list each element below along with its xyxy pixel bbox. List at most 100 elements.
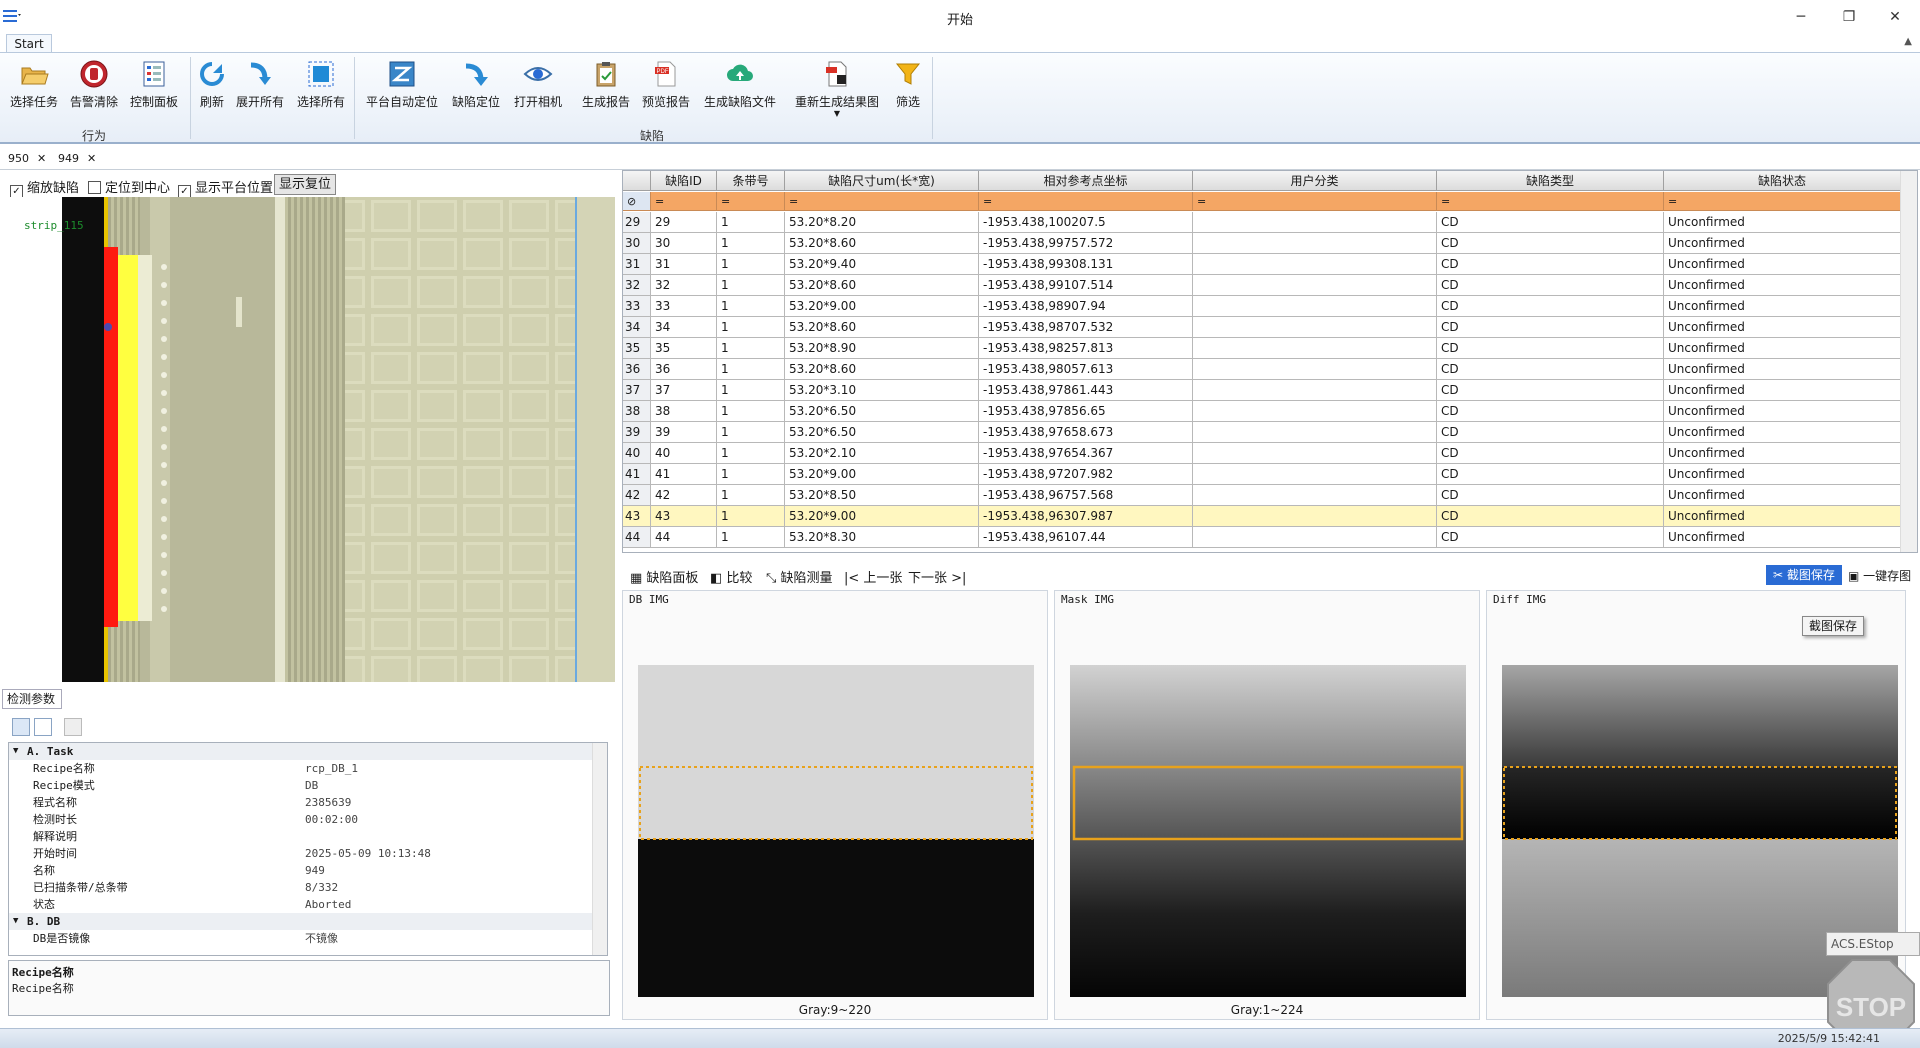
table-cell[interactable]: Unconfirmed	[1664, 527, 1901, 548]
table-cell[interactable]: 1	[717, 506, 785, 527]
table-cell[interactable]: Unconfirmed	[1664, 254, 1901, 275]
table-cell[interactable]: 53.20*8.30	[785, 527, 979, 548]
param-row[interactable]: 解释说明	[9, 828, 593, 845]
table-row[interactable]: 40 40 1 53.20*2.10 -1953.438,97654.367 CD Unco…	[623, 443, 1901, 464]
table-cell[interactable]: CD	[1437, 506, 1664, 527]
table-cell[interactable]	[1193, 338, 1437, 359]
table-cell[interactable]: -1953.438,98057.613	[979, 359, 1193, 380]
table-cell[interactable]	[1193, 401, 1437, 422]
table-cell[interactable]: 1	[717, 485, 785, 506]
table-cell[interactable]: 1	[717, 443, 785, 464]
table-cell[interactable]: -1953.438,98907.94	[979, 296, 1193, 317]
table-cell[interactable]: CD	[1437, 422, 1664, 443]
table-cell[interactable]	[1193, 527, 1437, 548]
table-cell[interactable]: -1953.438,96107.44	[979, 527, 1193, 548]
table-cell[interactable]: CD	[1437, 317, 1664, 338]
table-cell[interactable]: 53.20*9.00	[785, 464, 979, 485]
table-cell[interactable]	[1193, 296, 1437, 317]
select-task-button[interactable]: 选择任务	[6, 59, 62, 121]
table-cell[interactable]: 34	[651, 317, 717, 338]
table-cell[interactable]: Unconfirmed	[1664, 422, 1901, 443]
param-category[interactable]: ▼ B. DB	[9, 913, 593, 930]
table-cell[interactable]: 1	[717, 317, 785, 338]
param-row[interactable]: DB是否镜像 不镜像	[9, 930, 593, 947]
table-cell[interactable]: 53.20*6.50	[785, 401, 979, 422]
row-header[interactable]: 33	[623, 296, 651, 317]
next-image-button[interactable]: 下一张 >|	[908, 567, 966, 586]
table-cell[interactable]	[1193, 359, 1437, 380]
tab-start[interactable]: Start	[6, 34, 52, 53]
table-cell[interactable]: CD	[1437, 443, 1664, 464]
row-header[interactable]: 32	[623, 275, 651, 296]
table-row[interactable]: 44 44 1 53.20*8.30 -1953.438,96107.44 CD Uncon…	[623, 527, 1901, 548]
filter-cell[interactable]: =	[1193, 192, 1437, 211]
filter-cell[interactable]: =	[979, 192, 1193, 211]
table-cell[interactable]: 53.20*8.20	[785, 212, 979, 233]
table-cell[interactable]: CD	[1437, 380, 1664, 401]
capture-save-popup-button[interactable]: 截图保存	[1802, 616, 1864, 636]
table-cell[interactable]: 1	[717, 422, 785, 443]
select-all-button[interactable]: 选择所有	[294, 59, 348, 121]
collapse-arrow-icon[interactable]: ▼	[13, 913, 18, 930]
defect-panel-button[interactable]: ▦ 缺陷面板	[630, 567, 698, 586]
table-cell[interactable]: Unconfirmed	[1664, 380, 1901, 401]
table-cell[interactable]: 31	[651, 254, 717, 275]
close-tab-icon[interactable]: ✕	[87, 152, 96, 165]
row-header[interactable]: 36	[623, 359, 651, 380]
table-cell[interactable]: 37	[651, 380, 717, 401]
regenerate-result-button[interactable]: 重新生成结果图 ▼	[790, 59, 884, 121]
table-cell[interactable]: 53.20*8.60	[785, 359, 979, 380]
table-cell[interactable]: Unconfirmed	[1664, 212, 1901, 233]
table-cell[interactable]: 1	[717, 254, 785, 275]
table-cell[interactable]: Unconfirmed	[1664, 296, 1901, 317]
center-checkbox[interactable]: 定位到中心	[88, 177, 170, 196]
table-cell[interactable]: Unconfirmed	[1664, 485, 1901, 506]
table-cell[interactable]: 1	[717, 527, 785, 548]
doc-tab-949[interactable]: 949 ✕	[58, 150, 96, 168]
table-cell[interactable]: 53.20*8.90	[785, 338, 979, 359]
prev-image-button[interactable]: |< 上一张	[844, 567, 902, 586]
row-header[interactable]: 44	[623, 527, 651, 548]
table-cell[interactable]: 42	[651, 485, 717, 506]
table-row[interactable]: 33 33 1 53.20*9.00 -1953.438,98907.94 CD Uncon…	[623, 296, 1901, 317]
table-cell[interactable]: CD	[1437, 254, 1664, 275]
table-cell[interactable]: 53.20*8.50	[785, 485, 979, 506]
row-header[interactable]: 29	[623, 212, 651, 233]
filter-button[interactable]: 筛选	[890, 59, 926, 121]
table-row[interactable]: 37 37 1 53.20*3.10 -1953.438,97861.443 CD Unco…	[623, 380, 1901, 401]
table-cell[interactable]: CD	[1437, 233, 1664, 254]
param-row[interactable]: 程式名称 2385639	[9, 794, 593, 811]
open-camera-button[interactable]: 打开相机	[510, 59, 566, 121]
table-cell[interactable]: -1953.438,97856.65	[979, 401, 1193, 422]
table-row[interactable]: 35 35 1 53.20*8.90 -1953.438,98257.813 CD Unco…	[623, 338, 1901, 359]
zoom-defect-checkbox[interactable]: ✓ 缩放缺陷	[10, 177, 79, 198]
row-header[interactable]: 38	[623, 401, 651, 422]
column-header[interactable]: 缺陷ID	[651, 171, 717, 191]
table-cell[interactable]: 53.20*3.10	[785, 380, 979, 401]
param-row[interactable]: 开始时间 2025-05-09 10:13:48	[9, 845, 593, 862]
row-header[interactable]: 31	[623, 254, 651, 275]
table-cell[interactable]: -1953.438,99308.131	[979, 254, 1193, 275]
column-header[interactable]: 缺陷状态	[1664, 171, 1901, 191]
table-cell[interactable]: 30	[651, 233, 717, 254]
table-cell[interactable]: -1953.438,98707.532	[979, 317, 1193, 338]
table-cell[interactable]: 1	[717, 275, 785, 296]
strip-image-view[interactable]: strip_115	[0, 197, 615, 682]
mask-image[interactable]	[1070, 665, 1466, 997]
table-cell[interactable]	[1193, 380, 1437, 401]
table-cell[interactable]: 53.20*8.60	[785, 275, 979, 296]
close-button[interactable]: ✕	[1878, 6, 1912, 28]
table-cell[interactable]	[1193, 254, 1437, 275]
param-row[interactable]: 状态 Aborted	[9, 896, 593, 913]
column-header[interactable]: 相对参考点坐标	[979, 171, 1193, 191]
table-cell[interactable]: -1953.438,97207.982	[979, 464, 1193, 485]
table-cell[interactable]: 1	[717, 380, 785, 401]
tab-detection-params[interactable]: 检测参数	[2, 689, 62, 709]
table-row[interactable]: 39 39 1 53.20*6.50 -1953.438,97658.673 CD Unco…	[623, 422, 1901, 443]
table-cell[interactable]: CD	[1437, 212, 1664, 233]
table-cell[interactable]: Unconfirmed	[1664, 359, 1901, 380]
table-cell[interactable]: -1953.438,98257.813	[979, 338, 1193, 359]
table-row[interactable]: 32 32 1 53.20*8.60 -1953.438,99107.514 CD Unco…	[623, 275, 1901, 296]
defect-locate-button[interactable]: 缺陷定位	[448, 59, 504, 121]
row-header[interactable]: 43	[623, 506, 651, 527]
